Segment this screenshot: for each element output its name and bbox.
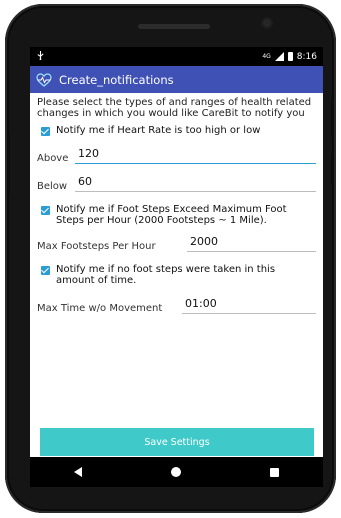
save-settings-button[interactable]: Save Settings — [40, 428, 314, 456]
phone-frame: 4G 8:16 Create_notifications Please sele… — [5, 4, 336, 513]
network-type: 4G — [262, 53, 271, 60]
foot-steps-checkbox-label: Notify me if Foot Steps Exceed Maximum F… — [56, 204, 287, 226]
signal-icon — [274, 52, 284, 61]
side-button — [7, 134, 10, 194]
no-movement-checkbox[interactable] — [41, 266, 50, 275]
below-input[interactable] — [75, 174, 316, 192]
max-time-row: Max Time w/o Movement — [37, 296, 316, 314]
heart-rate-checkbox[interactable] — [41, 127, 50, 136]
max-footsteps-input[interactable] — [187, 234, 316, 252]
above-input[interactable] — [75, 146, 316, 164]
status-bar: 4G 8:16 — [30, 47, 323, 66]
below-label: Below — [37, 181, 68, 192]
no-movement-checkbox-label: Notify me if no foot steps were taken in… — [56, 264, 276, 286]
max-time-label: Max Time w/o Movement — [37, 303, 163, 314]
max-footsteps-row: Max Footsteps Per Hour — [37, 234, 316, 252]
back-icon[interactable] — [74, 467, 83, 477]
screen: 4G 8:16 Create_notifications Please sele… — [30, 47, 323, 487]
clock: 8:16 — [296, 51, 317, 62]
foot-steps-checkbox-row[interactable]: Notify me if Foot Steps Exceed Maximum F… — [41, 204, 316, 226]
page-title: Create_notifications — [59, 72, 174, 87]
navigation-bar — [30, 457, 323, 487]
heart-rate-checkbox-label: Notify me if Heart Rate is too high or l… — [56, 125, 261, 136]
app-bar: Create_notifications — [30, 66, 323, 93]
recents-icon[interactable] — [269, 467, 279, 477]
heart-pulse-icon — [36, 72, 52, 87]
power-button — [331, 154, 334, 184]
above-label: Above — [37, 153, 69, 164]
front-camera — [263, 19, 271, 27]
notifications-form: Please select the types of and ranges of… — [30, 93, 323, 314]
battery-icon — [287, 52, 293, 61]
volume-button — [331, 99, 334, 139]
heart-rate-checkbox-row[interactable]: Notify me if Heart Rate is too high or l… — [41, 125, 316, 136]
below-row: Below — [37, 174, 316, 192]
no-movement-checkbox-row[interactable]: Notify me if no foot steps were taken in… — [41, 264, 316, 286]
status-icons: 4G 8:16 — [262, 52, 317, 62]
foot-steps-checkbox[interactable] — [41, 206, 50, 215]
max-footsteps-label: Max Footsteps Per Hour — [37, 241, 156, 252]
usb-icon — [36, 50, 45, 63]
home-icon[interactable] — [170, 467, 181, 477]
above-row: Above — [37, 146, 316, 164]
max-time-input[interactable] — [182, 296, 316, 314]
earpiece-speaker — [138, 24, 210, 29]
intro-text: Please select the types of and ranges of… — [37, 97, 312, 119]
